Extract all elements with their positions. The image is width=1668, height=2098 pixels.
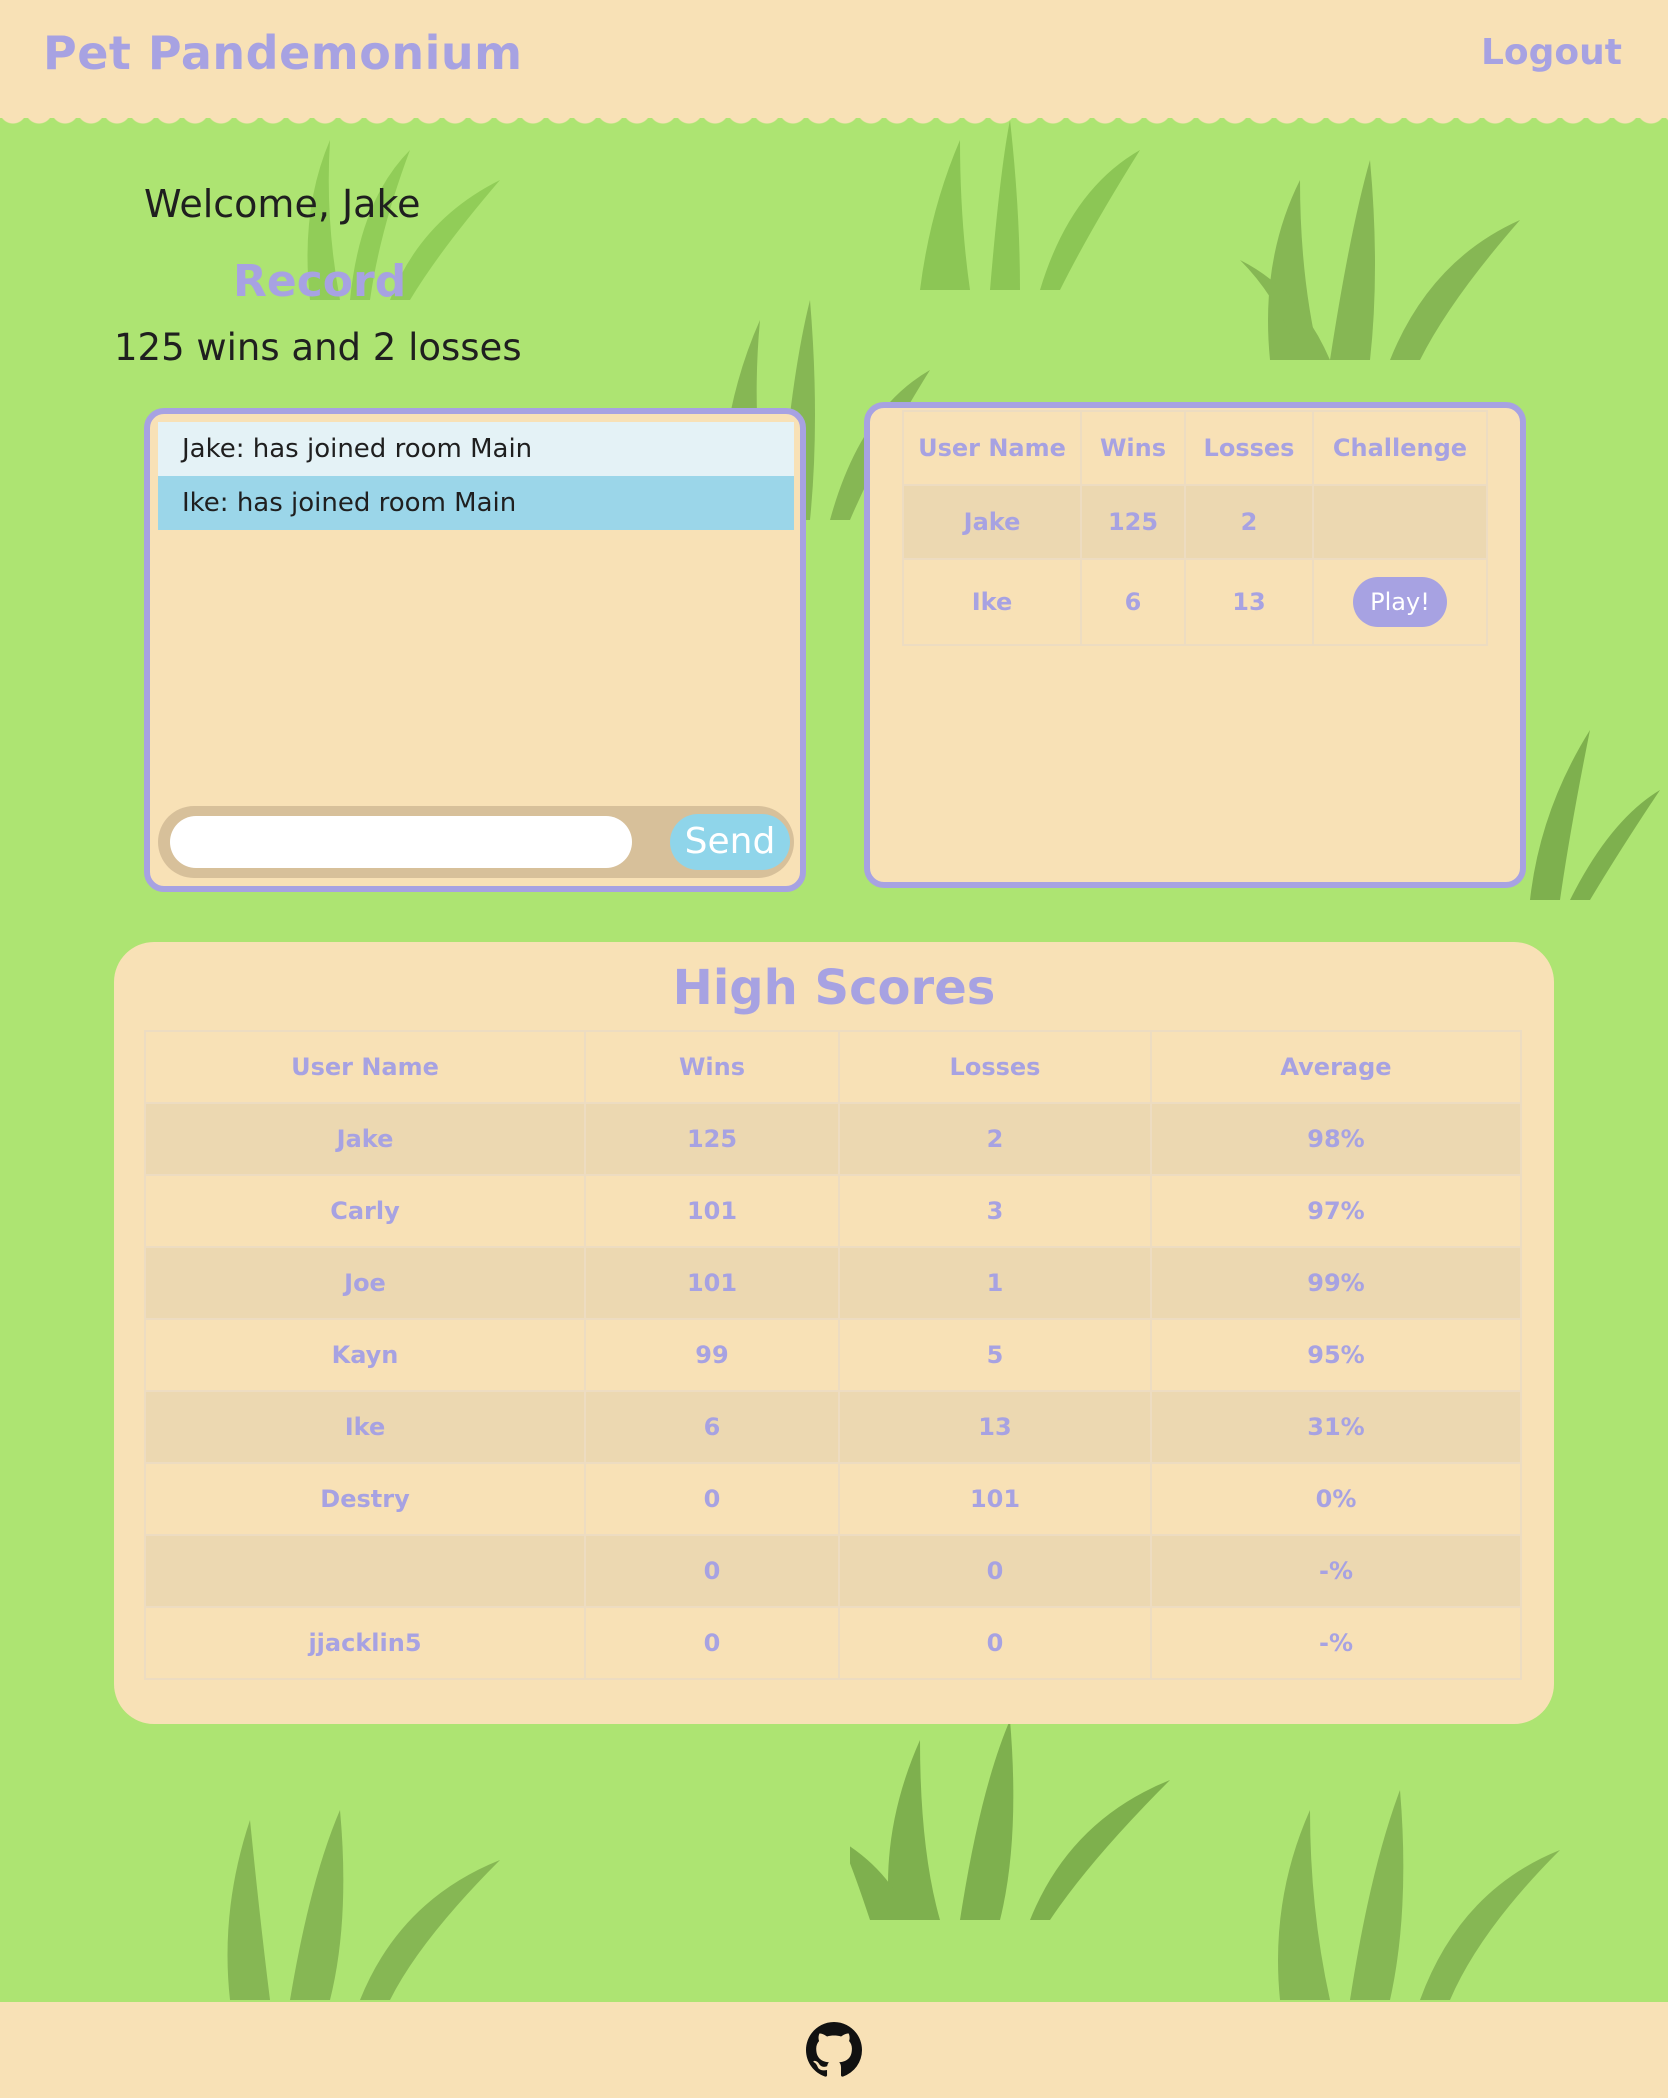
average-cell: 99% — [1150, 1246, 1522, 1320]
table-row: Ike 6 13 Play! — [902, 558, 1488, 646]
wins-cell: 99 — [584, 1318, 840, 1392]
wins-cell: 0 — [584, 1606, 840, 1680]
online-users-table: User Name Wins Losses Challenge Jake 125… — [902, 410, 1488, 646]
record-heading: Record — [233, 256, 407, 307]
column-header-wins: Wins — [584, 1030, 840, 1104]
losses-cell: 3 — [838, 1174, 1152, 1248]
wins-cell: 0 — [584, 1462, 840, 1536]
table-row: Kayn 99 5 95% — [144, 1318, 1522, 1392]
user-name-cell: Joe — [144, 1246, 586, 1320]
average-cell: 31% — [1150, 1390, 1522, 1464]
welcome-text: Welcome, Jake — [144, 182, 421, 226]
top-header: Pet Pandemonium Logout — [0, 0, 1668, 118]
wins-cell: 6 — [1080, 558, 1186, 646]
chat-message: Jake: has joined room Main — [158, 422, 794, 476]
average-cell: 95% — [1150, 1318, 1522, 1392]
github-icon[interactable] — [806, 2022, 862, 2078]
chat-message: Ike: has joined room Main — [158, 476, 794, 530]
table-row: jjacklin5 0 0 -% — [144, 1606, 1522, 1680]
header-scallop-edge — [0, 110, 1668, 132]
average-cell: 97% — [1150, 1174, 1522, 1248]
user-name-cell: Carly — [144, 1174, 586, 1248]
wins-cell: 101 — [584, 1174, 840, 1248]
average-cell: 0% — [1150, 1462, 1522, 1536]
challenge-cell — [1312, 484, 1488, 560]
wins-cell: 101 — [584, 1246, 840, 1320]
table-row: Destry 0 101 0% — [144, 1462, 1522, 1536]
grass-decoration — [200, 1780, 520, 2000]
losses-cell: 0 — [838, 1606, 1152, 1680]
table-row: Jake 125 2 98% — [144, 1102, 1522, 1176]
table-row: 0 0 -% — [144, 1534, 1522, 1608]
losses-cell: 13 — [1184, 558, 1314, 646]
losses-cell: 0 — [838, 1534, 1152, 1608]
record-summary: 125 wins and 2 losses — [114, 326, 522, 369]
average-cell: -% — [1150, 1606, 1522, 1680]
page-footer — [0, 2002, 1668, 2098]
table-row: Ike 6 13 31% — [144, 1390, 1522, 1464]
high-scores-title: High Scores — [672, 960, 996, 1016]
table-row: Jake 125 2 — [902, 484, 1488, 560]
online-users-panel: User Name Wins Losses Challenge Jake 125… — [864, 402, 1526, 888]
column-header-challenge: Challenge — [1312, 410, 1488, 486]
grass-decoration — [850, 1700, 1210, 1920]
losses-cell: 2 — [838, 1102, 1152, 1176]
chat-message-input[interactable] — [170, 816, 632, 868]
wins-cell: 0 — [584, 1534, 840, 1608]
table-row: Carly 101 3 97% — [144, 1174, 1522, 1248]
column-header-losses: Losses — [1184, 410, 1314, 486]
chat-panel: Jake: has joined room Main Ike: has join… — [144, 408, 806, 892]
user-name-cell: Jake — [144, 1102, 586, 1176]
average-cell: 98% — [1150, 1102, 1522, 1176]
high-scores-panel: High Scores User Name Wins Losses Averag… — [114, 942, 1554, 1724]
logout-link[interactable]: Logout — [1481, 32, 1622, 73]
losses-cell: 2 — [1184, 484, 1314, 560]
column-header-average: Average — [1150, 1030, 1522, 1104]
losses-cell: 1 — [838, 1246, 1152, 1320]
user-name-cell: Ike — [902, 558, 1082, 646]
wins-cell: 6 — [584, 1390, 840, 1464]
losses-cell: 5 — [838, 1318, 1152, 1392]
play-button[interactable]: Play! — [1353, 577, 1447, 627]
user-name-cell: Jake — [902, 484, 1082, 560]
grass-decoration — [1250, 1760, 1570, 2000]
app-title[interactable]: Pet Pandemonium — [43, 26, 523, 80]
wins-cell: 125 — [1080, 484, 1186, 560]
average-cell: -% — [1150, 1534, 1522, 1608]
grass-decoration — [900, 110, 1200, 290]
chat-input-bar: Send — [158, 806, 794, 878]
losses-cell: 101 — [838, 1462, 1152, 1536]
column-header-losses: Losses — [838, 1030, 1152, 1104]
wins-cell: 125 — [584, 1102, 840, 1176]
column-header-user-name: User Name — [144, 1030, 586, 1104]
user-name-cell: Destry — [144, 1462, 586, 1536]
user-name-cell: Ike — [144, 1390, 586, 1464]
user-name-cell — [144, 1534, 586, 1608]
user-name-cell: Kayn — [144, 1318, 586, 1392]
column-header-user-name: User Name — [902, 410, 1082, 486]
user-name-cell: jjacklin5 — [144, 1606, 586, 1680]
table-row: Joe 101 1 99% — [144, 1246, 1522, 1320]
column-header-wins: Wins — [1080, 410, 1186, 486]
send-button[interactable]: Send — [670, 814, 790, 870]
high-scores-table: User Name Wins Losses Average Jake 125 2… — [144, 1030, 1522, 1680]
losses-cell: 13 — [838, 1390, 1152, 1464]
grass-decoration — [1240, 140, 1540, 360]
challenge-cell: Play! — [1312, 558, 1488, 646]
